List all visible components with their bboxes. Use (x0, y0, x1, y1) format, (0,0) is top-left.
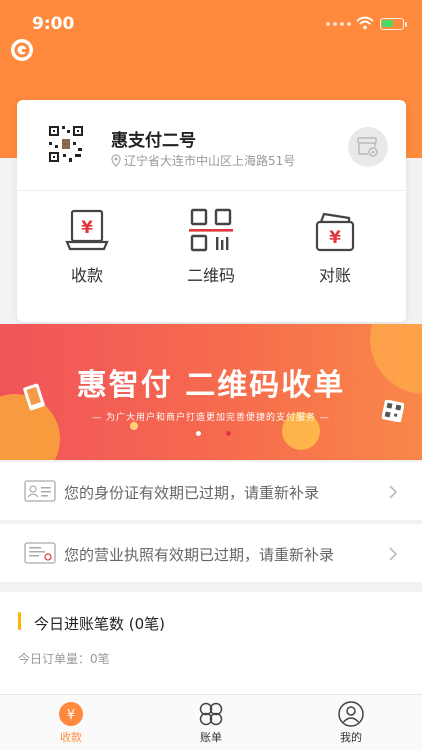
status-bar: 9:00 (0, 0, 422, 44)
app-logo-icon (11, 39, 33, 61)
yuan-receipt-icon: ¥ (65, 209, 109, 251)
action-receive-label: 收款 (70, 266, 103, 285)
tab-bills-label: 账单 (200, 731, 222, 744)
wifi-icon (356, 16, 374, 30)
merchant-address-text: 辽宁省大连市中山区上海路51号 (124, 154, 296, 168)
tab-bills[interactable]: 账单 (176, 701, 246, 745)
bills-clover-icon (199, 702, 223, 726)
battery-icon (380, 18, 407, 30)
signal-icon (326, 22, 351, 26)
notice-id-card-text: 您的身份证有效期已过期，请重新补录 (64, 484, 320, 502)
license-icon (24, 542, 56, 564)
notice-business-license[interactable]: 您的营业执照有效期已过期，请重新补录 (0, 524, 422, 582)
banner-title: 惠智付 二维码收单 (76, 368, 346, 403)
yuan-cards-icon: ¥ (315, 212, 355, 252)
tab-receive-label: 收款 (60, 731, 82, 744)
bottom-tab-bar: ¥ 收款 账单 我的 (0, 694, 422, 750)
yuan-circle-icon: ¥ (59, 702, 83, 726)
status-time: 9:00 (32, 14, 75, 34)
qr-code-icon (189, 208, 233, 252)
merchant-address: 辽宁省大连市中山区上海路51号 (111, 152, 295, 169)
action-receive[interactable]: ¥ 收款 (42, 208, 132, 286)
notice-id-card[interactable]: 您的身份证有效期已过期，请重新补录 (0, 462, 422, 520)
notice-business-license-text: 您的营业执照有效期已过期，请重新补录 (64, 546, 335, 564)
banner-dot[interactable] (196, 431, 201, 436)
id-card-icon (24, 480, 56, 502)
action-qrcode[interactable]: 二维码 (166, 208, 256, 286)
merchant-qr-avatar[interactable] (43, 120, 89, 168)
merchant-card: 惠支付二号 辽宁省大连市中山区上海路51号 ¥ 收款 二维码 ¥ 对账 (17, 100, 406, 322)
merchant-name: 惠支付二号 (111, 131, 196, 151)
svg-text:¥: ¥ (329, 228, 341, 248)
tab-receive[interactable]: ¥ 收款 (36, 701, 106, 745)
action-qrcode-label: 二维码 (186, 266, 235, 285)
svg-text:¥: ¥ (81, 218, 93, 238)
banner-dot-active[interactable] (226, 431, 231, 436)
promo-banner[interactable]: 惠智付 二维码收单 — 为广大用户和商户打造更加完善便捷的支付服务 — (0, 324, 422, 460)
location-pin-icon (111, 154, 121, 167)
today-order-count: 今日订单量：0笔 (18, 652, 110, 666)
chevron-right-icon (389, 547, 398, 561)
tab-mine-label: 我的 (340, 731, 362, 744)
user-profile-icon (338, 701, 364, 727)
action-reconcile[interactable]: ¥ 对账 (290, 208, 380, 286)
store-settings-icon (357, 137, 378, 157)
banner-subtitle: — 为广大用户和商户打造更加完善便捷的支付服务 — (92, 413, 330, 423)
merchant-settings-button[interactable] (348, 127, 388, 167)
svg-text:¥: ¥ (67, 708, 75, 723)
card-divider (17, 190, 406, 191)
chevron-right-icon (389, 485, 398, 499)
action-reconcile-label: 对账 (318, 266, 351, 285)
banner-decor-dot (130, 422, 138, 430)
today-stats-panel: 今日进账笔数 (0笔) 今日订单量：0笔 (0, 592, 422, 694)
today-income-count: 今日进账笔数 (0笔) (34, 615, 166, 633)
banner-pagination (196, 431, 231, 436)
section-accent-bar (18, 612, 21, 630)
tab-mine[interactable]: 我的 (316, 701, 386, 745)
